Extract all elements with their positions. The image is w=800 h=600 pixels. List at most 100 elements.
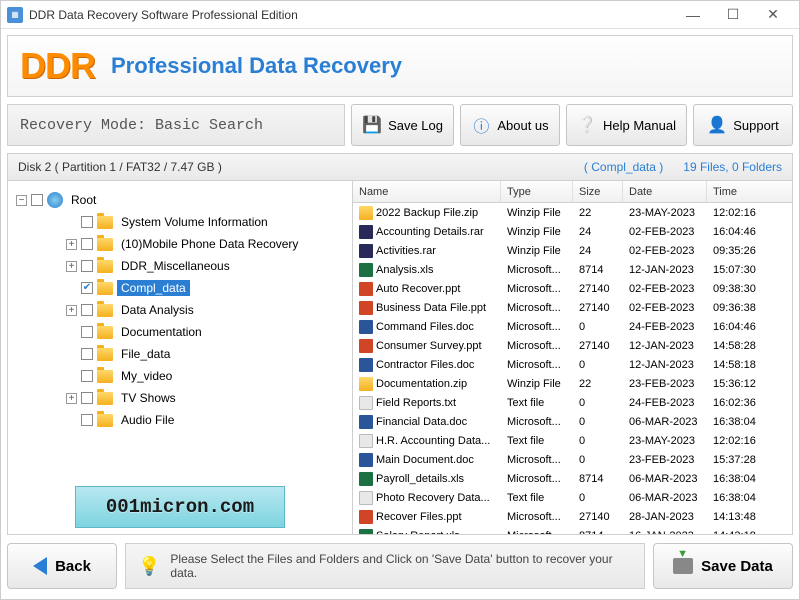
app-subtitle: Professional Data Recovery <box>111 53 402 79</box>
tree-item-label: (10)Mobile Phone Data Recovery <box>117 236 302 252</box>
save-data-button[interactable]: Save Data <box>653 543 793 589</box>
folder-icon <box>97 370 113 383</box>
back-button[interactable]: Back <box>7 543 117 589</box>
file-list-panel: Name Type Size Date Time 2022 Backup Fil… <box>353 181 792 534</box>
tree-item[interactable]: + TV Shows <box>14 387 346 409</box>
checkbox[interactable] <box>81 370 93 382</box>
save-log-label: Save Log <box>388 118 443 133</box>
file-type-icon <box>359 396 373 410</box>
tree-root[interactable]: − Root <box>14 189 346 211</box>
file-row[interactable]: Consumer Survey.pptMicrosoft...2714012-J… <box>353 336 792 355</box>
file-list-header: Name Type Size Date Time <box>353 181 792 203</box>
file-row[interactable]: Documentation.zipWinzip File2223-FEB-202… <box>353 374 792 393</box>
file-type-icon <box>359 415 373 429</box>
window-title: DDR Data Recovery Software Professional … <box>29 8 673 22</box>
file-row[interactable]: Command Files.docMicrosoft...024-FEB-202… <box>353 317 792 336</box>
support-button[interactable]: 👤 Support <box>693 104 793 146</box>
maximize-button[interactable]: ☐ <box>713 2 753 28</box>
file-row[interactable]: Contractor Files.docMicrosoft...012-JAN-… <box>353 355 792 374</box>
file-row[interactable]: Auto Recover.pptMicrosoft...2714002-FEB-… <box>353 279 792 298</box>
column-size[interactable]: Size <box>573 181 623 202</box>
checkbox[interactable] <box>81 282 93 294</box>
tree-item[interactable]: File_data <box>14 343 346 365</box>
file-type-icon <box>359 263 373 277</box>
file-row[interactable]: Activities.rarWinzip File2402-FEB-202309… <box>353 241 792 260</box>
tree-item[interactable]: Documentation <box>14 321 346 343</box>
file-row[interactable]: Main Document.docMicrosoft...023-FEB-202… <box>353 450 792 469</box>
app-icon: ▦ <box>7 7 23 23</box>
selected-folder: ( Compl_data ) <box>584 160 663 174</box>
logo: DDR <box>20 45 95 87</box>
column-date[interactable]: Date <box>623 181 707 202</box>
file-count: 19 Files, 0 Folders <box>683 160 782 174</box>
tree-item[interactable]: Audio File <box>14 409 346 431</box>
about-us-button[interactable]: ⓘ About us <box>460 104 560 146</box>
folder-icon <box>97 238 113 251</box>
file-type-icon <box>359 301 373 315</box>
file-type-icon <box>359 510 373 524</box>
file-type-icon <box>359 434 373 448</box>
folder-icon <box>97 304 113 317</box>
file-row[interactable]: Recover Files.pptMicrosoft...2714028-JAN… <box>353 507 792 526</box>
column-name[interactable]: Name <box>353 181 501 202</box>
close-button[interactable]: ✕ <box>753 2 793 28</box>
checkbox[interactable] <box>81 326 93 338</box>
checkbox[interactable] <box>81 348 93 360</box>
expand-spacer <box>66 371 77 382</box>
file-type-icon <box>359 491 373 505</box>
folder-icon <box>97 326 113 339</box>
tree-item[interactable]: System Volume Information <box>14 211 346 233</box>
expand-icon[interactable]: + <box>66 239 77 250</box>
tree-item[interactable]: My_video <box>14 365 346 387</box>
column-time[interactable]: Time <box>707 181 767 202</box>
expand-spacer <box>66 283 77 294</box>
folder-tree[interactable]: − Root System Volume Information + (10)Mob… <box>8 181 352 478</box>
expand-icon[interactable]: + <box>66 393 77 404</box>
back-label: Back <box>55 558 91 575</box>
folder-icon <box>97 216 113 229</box>
checkbox[interactable] <box>81 216 93 228</box>
file-row[interactable]: Analysis.xlsMicrosoft...871412-JAN-20231… <box>353 260 792 279</box>
expand-icon[interactable]: + <box>66 261 77 272</box>
file-type-icon <box>359 244 373 258</box>
file-row[interactable]: 2022 Backup File.zipWinzip File2223-MAY-… <box>353 203 792 222</box>
tree-item-label: Audio File <box>117 412 178 428</box>
info-icon: ⓘ <box>471 115 491 135</box>
checkbox[interactable] <box>81 414 93 426</box>
file-row[interactable]: Salary Report.xlsMicrosoft...871416-JAN-… <box>353 526 792 534</box>
tree-item[interactable]: + (10)Mobile Phone Data Recovery <box>14 233 346 255</box>
checkbox[interactable] <box>81 392 93 404</box>
app-header: DDR Professional Data Recovery <box>7 35 793 97</box>
bulb-icon: 💡 <box>138 556 160 577</box>
help-manual-label: Help Manual <box>603 118 676 133</box>
file-row[interactable]: Field Reports.txtText file024-FEB-202316… <box>353 393 792 412</box>
tree-item[interactable]: +Data Analysis <box>14 299 346 321</box>
file-row[interactable]: Financial Data.docMicrosoft...006-MAR-20… <box>353 412 792 431</box>
file-row[interactable]: Payroll_details.xlsMicrosoft...871406-MA… <box>353 469 792 488</box>
watermark: 001micron.com <box>75 486 285 528</box>
help-manual-button[interactable]: ❔ Help Manual <box>566 104 687 146</box>
checkbox[interactable] <box>31 194 43 206</box>
save-data-icon <box>673 558 693 574</box>
column-type[interactable]: Type <box>501 181 573 202</box>
file-row[interactable]: Business Data File.pptMicrosoft...271400… <box>353 298 792 317</box>
expand-icon[interactable]: + <box>66 305 77 316</box>
help-icon: ❔ <box>577 115 597 135</box>
file-row[interactable]: Photo Recovery Data...Text file006-MAR-2… <box>353 488 792 507</box>
file-row[interactable]: Accounting Details.rarWinzip File2402-FE… <box>353 222 792 241</box>
checkbox[interactable] <box>81 238 93 250</box>
checkbox[interactable] <box>81 260 93 272</box>
tree-item[interactable]: Compl_data <box>14 277 346 299</box>
checkbox[interactable] <box>81 304 93 316</box>
expand-icon[interactable]: − <box>16 195 27 206</box>
save-log-button[interactable]: 💾 Save Log <box>351 104 454 146</box>
tree-item-label: Compl_data <box>117 280 190 296</box>
file-row[interactable]: H.R. Accounting Data...Text file023-MAY-… <box>353 431 792 450</box>
file-type-icon <box>359 453 373 467</box>
file-list[interactable]: 2022 Backup File.zipWinzip File2223-MAY-… <box>353 203 792 534</box>
expand-spacer <box>66 415 77 426</box>
tree-item[interactable]: +DDR_Miscellaneous <box>14 255 346 277</box>
minimize-button[interactable]: — <box>673 2 713 28</box>
folder-icon <box>97 392 113 405</box>
tree-item-label: TV Shows <box>117 390 180 406</box>
